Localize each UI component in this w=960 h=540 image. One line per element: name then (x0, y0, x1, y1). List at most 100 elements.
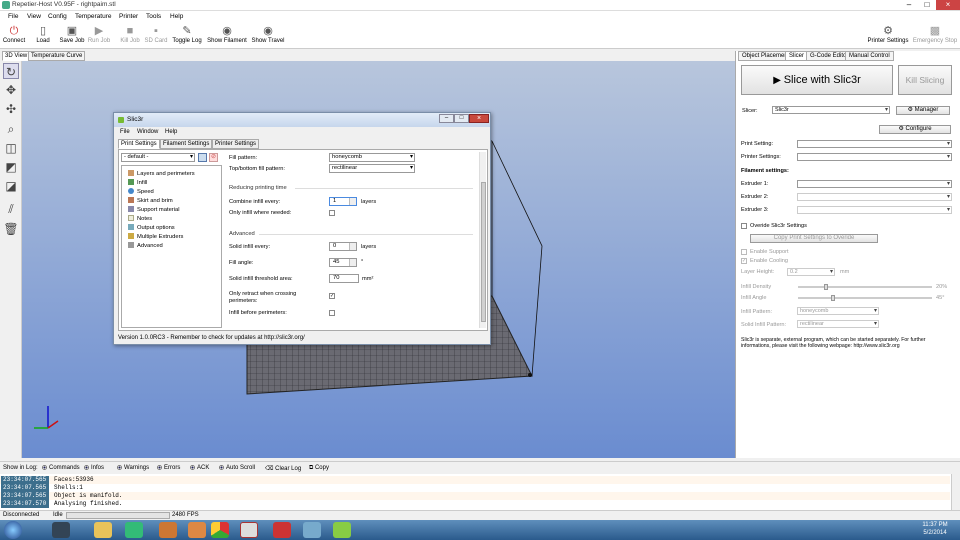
tree-item-notes[interactable]: Notes (128, 215, 152, 222)
copy-print-settings-button[interactable]: Copy Print Settings to Overide (750, 234, 878, 243)
infill-before-perimeters-checkbox[interactable] (329, 310, 335, 316)
infill-angle-knob[interactable] (830, 295, 835, 301)
tab-temperature-curve[interactable]: Temperature Curve (28, 51, 86, 61)
solid-infill-pattern-select[interactable]: rectilinear (797, 320, 879, 328)
trash-icon[interactable]: 🗑 (3, 221, 19, 237)
fill-pattern-select[interactable]: honeycomb (329, 153, 415, 162)
printer-settings-select[interactable] (797, 153, 952, 161)
sd-card-button[interactable]: ▪ SD Card (144, 23, 168, 49)
log-errors-toggle[interactable]: Errors (157, 465, 180, 471)
menu-file[interactable]: File (8, 13, 18, 20)
print-setting-select[interactable] (797, 140, 952, 148)
dialog-menu-help[interactable]: Help (165, 129, 177, 135)
extruder-2-select[interactable] (797, 193, 952, 201)
infill-density-knob[interactable] (824, 284, 828, 290)
dialog-menu-file[interactable]: File (120, 129, 130, 135)
menu-help[interactable]: Help (170, 13, 183, 20)
menu-view[interactable]: View (27, 13, 41, 20)
only-infill-checkbox[interactable] (329, 210, 335, 216)
start-button[interactable] (4, 521, 22, 539)
log-ack-toggle[interactable]: ACK (190, 465, 209, 471)
top-bottom-fill-select[interactable]: rectilinear (329, 164, 415, 173)
show-filament-button[interactable]: ◉ Show Filament (206, 23, 248, 49)
copy-log-button[interactable]: ⧉ Copy (309, 465, 329, 472)
printer-settings-button[interactable]: ⚙ Printer Settings (866, 23, 910, 49)
enable-cooling-checkbox[interactable]: ✓ (741, 258, 747, 264)
menu-printer[interactable]: Printer (119, 13, 138, 20)
infill-angle-slider[interactable] (798, 295, 932, 301)
scrollbar-thumb[interactable] (481, 182, 486, 322)
configure-button[interactable]: ⚙ Configure (879, 125, 951, 134)
tree-item-infill[interactable]: Infill (128, 179, 147, 186)
only-retract-checkbox[interactable]: ✓ (329, 293, 335, 299)
app-icon[interactable] (303, 522, 321, 538)
clear-log-button[interactable]: ⌫ Clear Log (265, 465, 301, 472)
app-icon[interactable] (188, 522, 206, 538)
media-player-icon[interactable] (52, 522, 70, 538)
parallel-lines-icon[interactable]: ⫽ (3, 201, 19, 217)
save-preset-icon[interactable] (198, 153, 207, 162)
layer-height-input[interactable]: 0.2 (787, 268, 835, 276)
front-view-icon[interactable]: ◩ (3, 159, 19, 175)
maximize-icon[interactable]: □ (918, 0, 936, 10)
extruder-3-select[interactable] (797, 206, 952, 214)
tree-item-skirt[interactable]: Skirt and brim (128, 197, 173, 204)
repetier-icon[interactable] (240, 522, 258, 538)
log-commands-toggle[interactable]: Commands (42, 465, 80, 471)
dialog-maximize-icon[interactable]: □ (454, 114, 469, 123)
tree-item-output[interactable]: Output options (128, 224, 175, 231)
tree-item-extruders[interactable]: Multiple Extruders (128, 233, 183, 240)
log-infos-toggle[interactable]: Infos (84, 465, 104, 471)
log-warnings-toggle[interactable]: Warnings (117, 465, 149, 471)
show-travel-button[interactable]: ◉ Show Travel (250, 23, 286, 49)
zoom-icon[interactable]: ⌕ (3, 121, 19, 137)
rotate-icon[interactable]: ↻ (3, 63, 19, 79)
tree-item-layers[interactable]: Layers and perimeters (128, 170, 195, 177)
iso-view-icon[interactable]: ◫ (3, 140, 19, 156)
dialog-close-icon[interactable]: × (469, 114, 489, 123)
tab-print-settings[interactable]: Print Settings (118, 139, 160, 149)
log-autoscroll-toggle[interactable]: Auto Scroll (219, 465, 255, 471)
extruder-1-select[interactable] (797, 180, 952, 188)
preset-select[interactable]: - default - (121, 153, 195, 162)
top-view-icon[interactable]: ◪ (3, 178, 19, 194)
app-icon[interactable] (273, 522, 291, 538)
minimize-icon[interactable]: – (900, 0, 918, 10)
enable-support-checkbox[interactable] (741, 249, 747, 255)
slice-with-slic3r-button[interactable]: ▶ Slice with Slic3r (741, 65, 893, 95)
app-icon[interactable] (125, 522, 143, 538)
delete-preset-icon[interactable]: ⊘ (209, 153, 218, 162)
dialog-menu-window[interactable]: Window (137, 129, 158, 135)
chrome-icon[interactable] (211, 522, 229, 538)
close-icon[interactable]: × (936, 0, 960, 10)
load-button[interactable]: ▯ Load (32, 23, 54, 49)
solid-infill-every-input[interactable]: 0 (329, 242, 357, 251)
move-icon[interactable]: ✥ (3, 82, 19, 98)
app-icon[interactable] (159, 522, 177, 538)
fill-angle-input[interactable]: 45 (329, 258, 357, 267)
log-scrollbar[interactable] (951, 474, 960, 510)
tab-3d-view[interactable]: 3D View (2, 51, 31, 61)
slicer-select[interactable]: Slic3r (772, 106, 890, 114)
run-job-button[interactable]: ▶ Run Job (87, 23, 111, 49)
tab-printer-settings[interactable]: Printer Settings (212, 139, 260, 149)
infill-density-slider[interactable] (798, 284, 932, 290)
tab-filament-settings[interactable]: Filament Settings (160, 139, 213, 149)
toggle-log-button[interactable]: ✎ Toggle Log (171, 23, 203, 49)
threshold-area-input[interactable]: 70 (329, 274, 359, 283)
tree-item-speed[interactable]: Speed (128, 188, 154, 195)
kill-slicing-button[interactable]: Kill Slicing (898, 65, 952, 95)
explorer-icon[interactable] (94, 522, 112, 538)
tree-item-advanced[interactable]: Advanced (128, 242, 163, 249)
kill-job-button[interactable]: ■ Kill Job (118, 23, 142, 49)
dialog-minimize-icon[interactable]: – (439, 114, 454, 123)
tab-slicer[interactable]: Slicer (785, 51, 809, 61)
save-job-button[interactable]: ▣ Save Job (59, 23, 85, 49)
form-scrollbar[interactable] (479, 152, 486, 328)
menu-tools[interactable]: Tools (146, 13, 161, 20)
slic3r-icon[interactable] (333, 522, 351, 538)
combine-infill-input[interactable]: 1 (329, 197, 357, 206)
menu-temperature[interactable]: Temperature (75, 13, 112, 20)
emergency-stop-button[interactable]: ▩ Emergency Stop (912, 23, 958, 49)
tab-manual-control[interactable]: Manual Control (845, 51, 894, 61)
